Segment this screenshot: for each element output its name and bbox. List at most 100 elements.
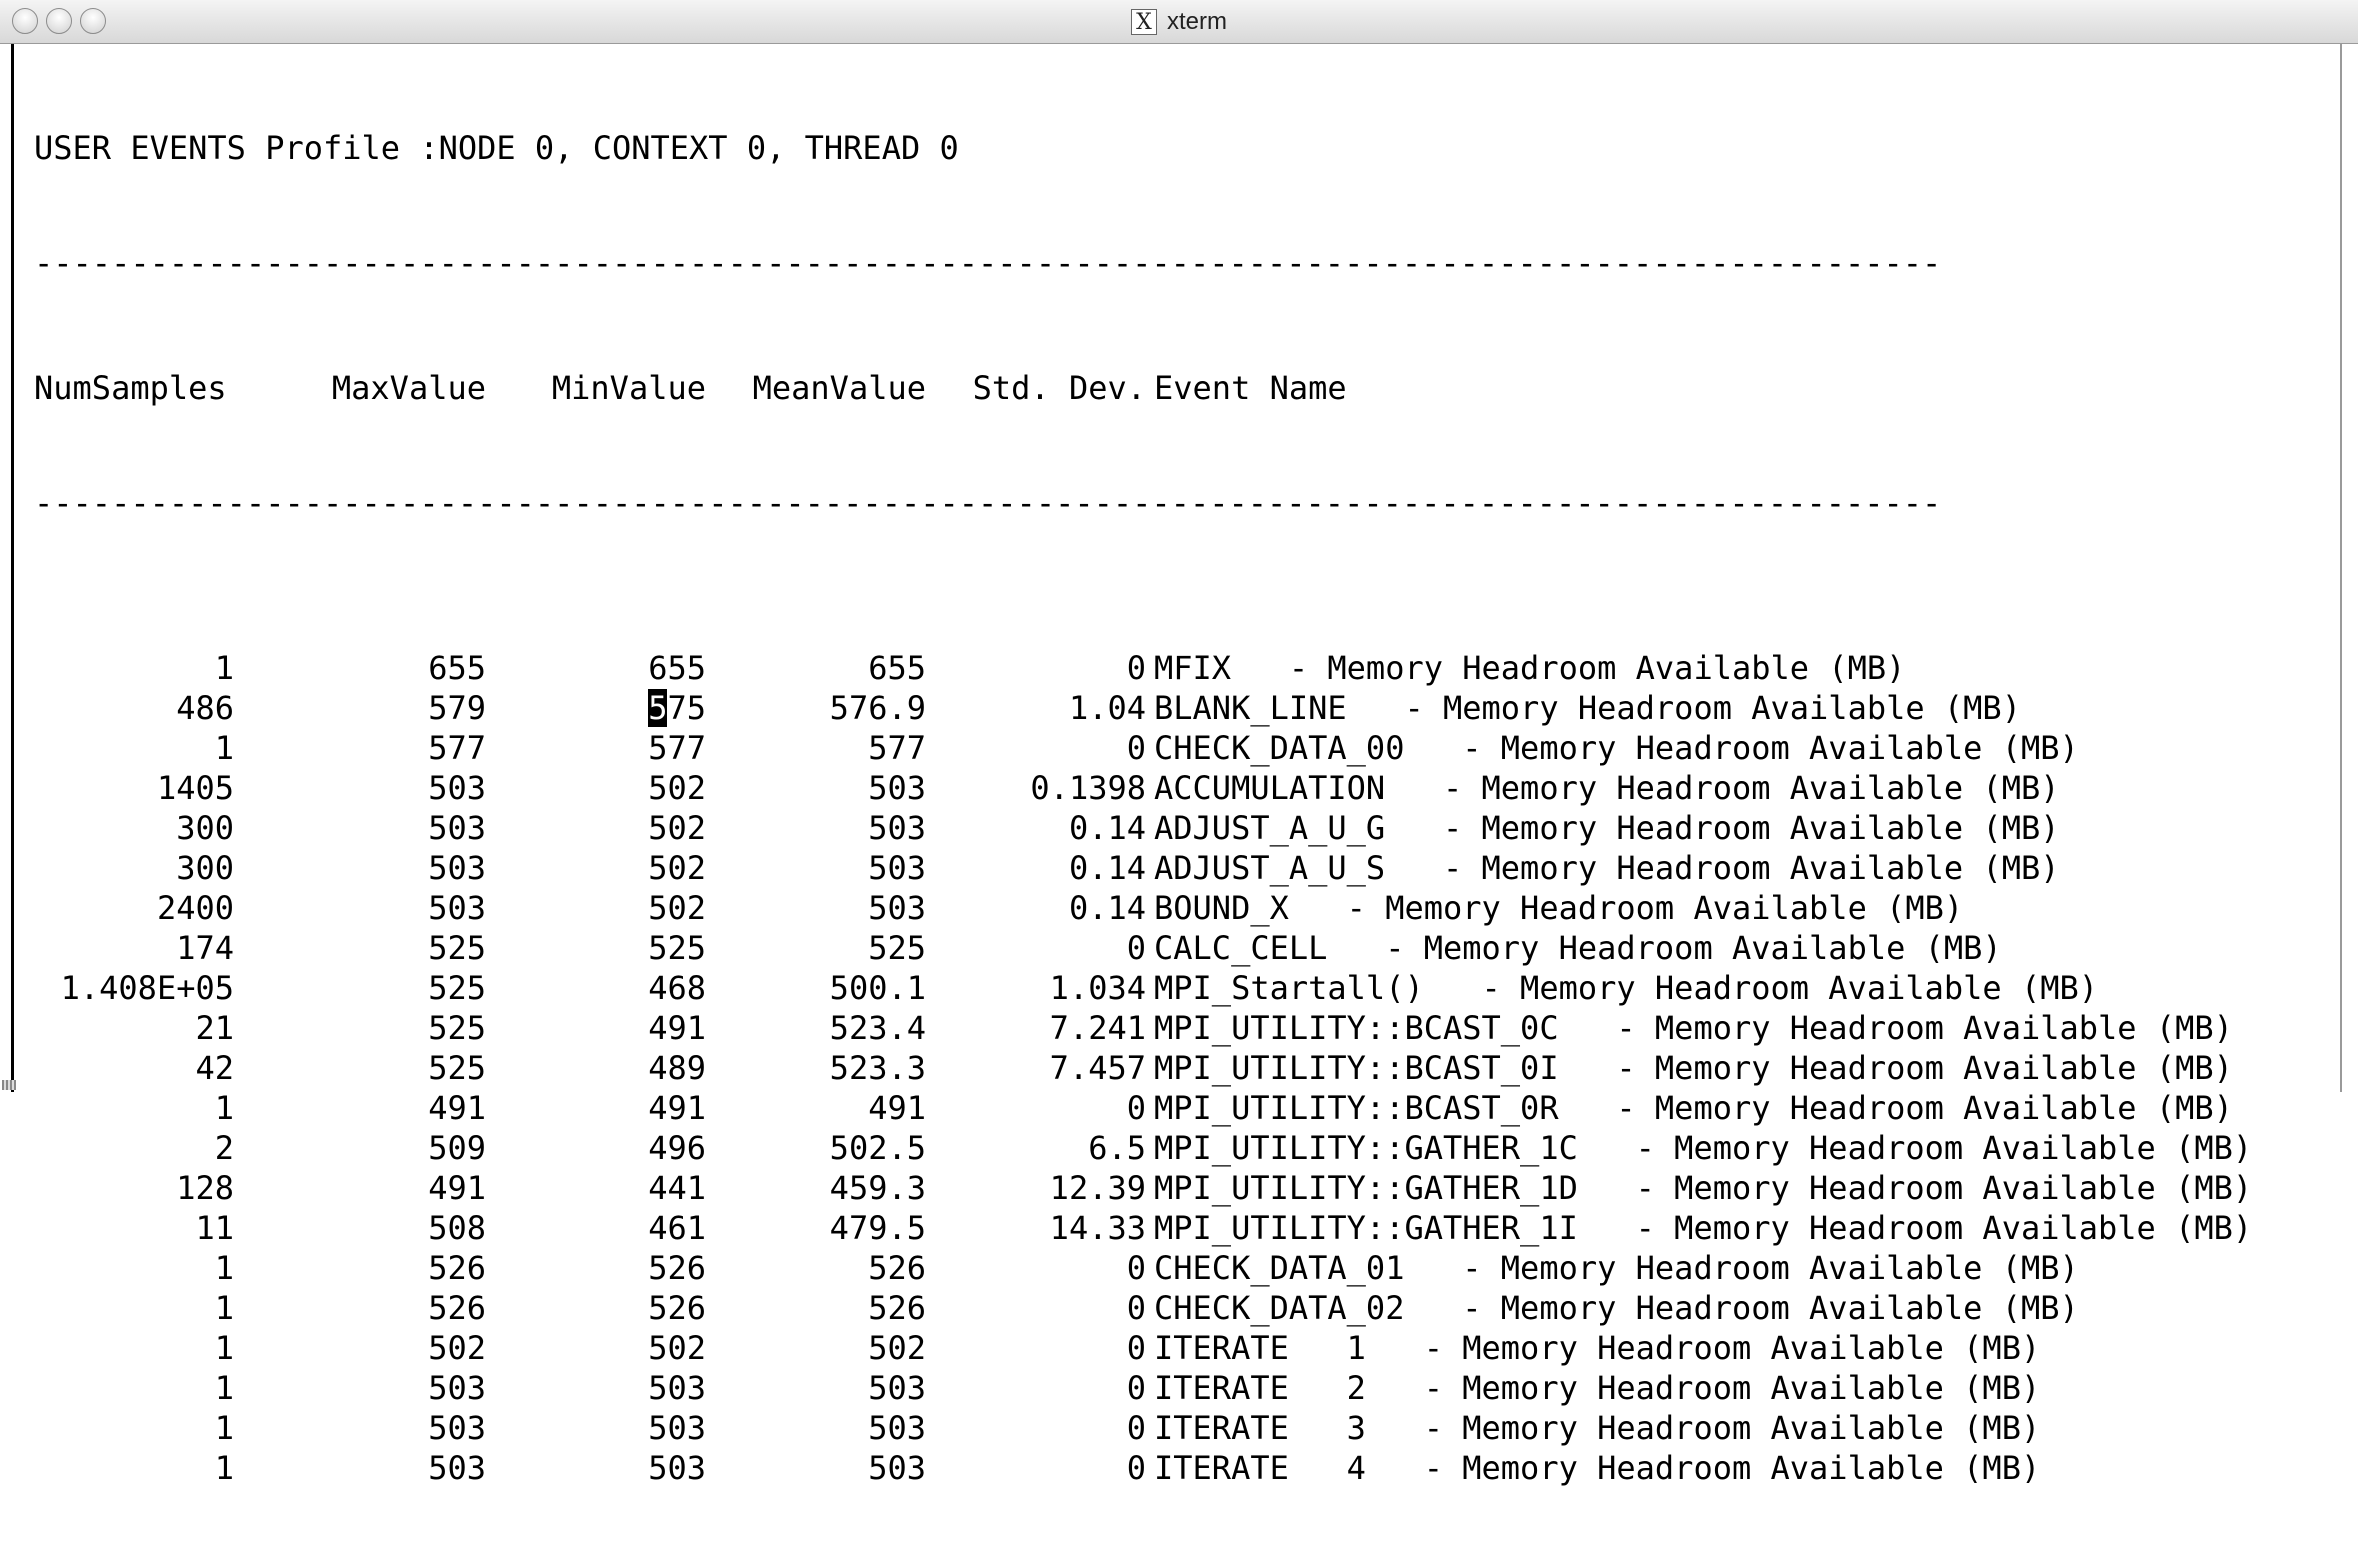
std-dev-cell: 0 — [1126, 1409, 1146, 1447]
table-row: 1 503 503 503 0 ITERATE 2 - Memory Headroom A… — [34, 1368, 2334, 1408]
min-value-cell: 526 — [648, 1289, 706, 1327]
table-row: 1 491 491 491 0 MPI_UTILITY::BCAST_0R - Memor… — [34, 1088, 2334, 1128]
max-value-cell: 503 — [428, 769, 486, 807]
mean-value-cell: 577 — [868, 729, 926, 767]
std-dev-cell: 0 — [1126, 1289, 1146, 1327]
scrollbar[interactable] — [2340, 44, 2358, 1092]
mean-value-cell: 503 — [868, 889, 926, 927]
std-dev-cell: 0 — [1126, 1369, 1146, 1407]
mean-value-cell: 526 — [868, 1249, 926, 1287]
max-value-cell: 503 — [428, 809, 486, 847]
title-bar[interactable]: X xterm — [0, 0, 2358, 44]
table-row: 128 491 441 459.3 12.39 MPI_UTILITY::GATHER_1… — [34, 1168, 2334, 1208]
min-value-cell: 655 — [648, 649, 706, 687]
max-value-cell: 577 — [428, 729, 486, 767]
header-maxvalue: MaxValue — [331, 369, 486, 407]
num-samples-cell: 174 — [176, 929, 234, 967]
table-row: 11 508 461 479.5 14.33 MPI_UTILITY::GATHER_1I… — [34, 1208, 2334, 1248]
event-name-cell: ITERATE 2 - Memory Headroom Available (M… — [1154, 1369, 2041, 1407]
max-value-cell: 579 — [428, 689, 486, 727]
min-value-cell: 491 — [648, 1089, 706, 1127]
table-row: 2 509 496 502.5 6.5 MPI_UTILITY::GATHER_1C - … — [34, 1128, 2334, 1168]
resize-grip-icon[interactable] — [2, 1080, 16, 1090]
xterm-window: X xterm USER EVENTS Profile :NODE 0, CON… — [0, 0, 2358, 1487]
std-dev-cell: 0 — [1126, 929, 1146, 967]
std-dev-cell: 6.5 — [1088, 1129, 1146, 1167]
mean-value-cell: 503 — [868, 809, 926, 847]
event-name-cell: ACCUMULATION - Memory Headroom Available… — [1154, 769, 2060, 807]
mean-value-cell: 525 — [868, 929, 926, 967]
min-value-text: 75 — [667, 689, 706, 727]
event-name-cell: MPI_UTILITY::GATHER_1I - Memory Headroom… — [1154, 1209, 2253, 1247]
text-cursor: 5 — [648, 689, 668, 727]
event-name-cell: ADJUST_A_U_G - Memory Headroom Available… — [1154, 809, 2060, 847]
min-value-cell: 496 — [648, 1129, 706, 1167]
num-samples-cell: 1 — [214, 729, 234, 767]
std-dev-cell: 0 — [1126, 1449, 1146, 1487]
mean-value-cell: 503 — [868, 1449, 926, 1487]
max-value-cell: 503 — [428, 1409, 486, 1447]
std-dev-cell: 0.14 — [1068, 889, 1146, 927]
max-value-cell: 525 — [428, 1009, 486, 1047]
min-value-cell: 502 — [648, 889, 706, 927]
table-row: 1 502 502 502 0 ITERATE 1 - Memory Headroom A… — [34, 1328, 2334, 1368]
std-dev-cell: 7.241 — [1049, 1009, 1146, 1047]
std-dev-cell: 14.33 — [1049, 1209, 1146, 1247]
min-value-cell: 502 — [648, 849, 706, 887]
std-dev-cell: 0 — [1126, 1249, 1146, 1287]
event-name-cell: CHECK_DATA_00 - Memory Headroom Availabl… — [1154, 729, 2079, 767]
std-dev-cell: 7.457 — [1049, 1049, 1146, 1087]
std-dev-cell: 0.14 — [1068, 809, 1146, 847]
num-samples-cell: 2 — [214, 1129, 234, 1167]
mean-value-cell: 523.3 — [829, 1049, 926, 1087]
separator-line: ----------------------------------------… — [34, 244, 1942, 282]
min-value-cell: 491 — [648, 1009, 706, 1047]
table-row: 1 577 577 577 0 CHECK_DATA_00 - Memory Headro… — [34, 728, 2334, 768]
event-name-cell: ITERATE 1 - Memory Headroom Available (M… — [1154, 1329, 2041, 1367]
event-name-cell: CHECK_DATA_02 - Memory Headroom Availabl… — [1154, 1289, 2079, 1327]
num-samples-cell: 1.408E+05 — [60, 969, 234, 1007]
min-value-cell: 502 — [648, 1329, 706, 1367]
header-minvalue: MinValue — [551, 369, 706, 407]
max-value-cell: 503 — [428, 849, 486, 887]
event-name-cell: MFIX - Memory Headroom Available (MB) — [1154, 649, 1906, 687]
num-samples-cell: 1 — [214, 1409, 234, 1447]
event-name-cell: BOUND_X - Memory Headroom Available (MB) — [1154, 889, 1964, 927]
table-row: 1 526 526 526 0 CHECK_DATA_02 - Memory Headro… — [34, 1288, 2334, 1328]
std-dev-cell: 0 — [1126, 1329, 1146, 1367]
num-samples-cell: 1 — [214, 1329, 234, 1367]
mean-value-cell: 500.1 — [829, 969, 926, 1007]
std-dev-cell: 1.034 — [1049, 969, 1146, 1007]
max-value-cell: 526 — [428, 1249, 486, 1287]
mean-value-cell: 576.9 — [829, 689, 926, 727]
header-meanvalue: MeanValue — [752, 369, 926, 407]
min-value-cell: 575 — [486, 688, 706, 728]
mean-value-cell: 523.4 — [829, 1009, 926, 1047]
min-value-cell: 503 — [648, 1409, 706, 1447]
event-name-cell: ITERATE 4 - Memory Headroom Available (M… — [1154, 1449, 2041, 1487]
mean-value-cell: 491 — [868, 1089, 926, 1127]
num-samples-cell: 1 — [214, 1249, 234, 1287]
max-value-cell: 525 — [428, 969, 486, 1007]
table-row: 42 525 489 523.3 7.457 MPI_UTILITY::BCAST_0I … — [34, 1048, 2334, 1088]
table-row: 2400 503 502 503 0.14 BOUND_X - Memory Headro… — [34, 888, 2334, 928]
event-rows: 1 655 655 655 0 MFIX - Memory Headroom Availa… — [34, 648, 2334, 1488]
mean-value-cell: 459.3 — [829, 1169, 926, 1207]
num-samples-cell: 1 — [214, 1369, 234, 1407]
header-numsamples: NumSamples — [34, 369, 227, 407]
table-row: 300 503 502 503 0.14 ADJUST_A_U_G - Memory He… — [34, 808, 2334, 848]
max-value-cell: 525 — [428, 1049, 486, 1087]
num-samples-cell: 300 — [176, 849, 234, 887]
mean-value-cell: 502 — [868, 1329, 926, 1367]
max-value-cell: 508 — [428, 1209, 486, 1247]
title-group: X xterm — [0, 0, 2358, 44]
num-samples-cell: 2400 — [156, 889, 234, 927]
table-row: 21 525 491 523.4 7.241 MPI_UTILITY::BCAST_0C … — [34, 1008, 2334, 1048]
table-row: 1 503 503 503 0 ITERATE 3 - Memory Headroom A… — [34, 1408, 2334, 1448]
event-name-cell: MPI_UTILITY::BCAST_0R - Memory Headroom … — [1154, 1089, 2233, 1127]
terminal-output[interactable]: USER EVENTS Profile :NODE 0, CONTEXT 0, … — [34, 48, 2334, 1487]
min-value-cell: 503 — [648, 1369, 706, 1407]
event-name-cell: BLANK_LINE - Memory Headroom Available (… — [1154, 689, 2021, 727]
x11-icon: X — [1131, 9, 1157, 35]
event-name-cell: CALC_CELL - Memory Headroom Available (M… — [1154, 929, 2002, 967]
